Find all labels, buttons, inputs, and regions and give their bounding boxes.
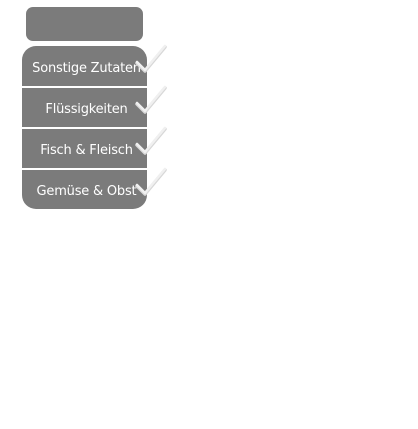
- menu-item-label: Flüssigkeiten: [45, 102, 128, 117]
- check-icon[interactable]: [134, 44, 168, 78]
- menu-item-fluessigkeiten[interactable]: Flüssigkeiten: [22, 88, 147, 127]
- category-menu: Sonstige Zutaten Flüssigkeiten Fisch & F…: [22, 46, 147, 209]
- app-canvas: Sonstige Zutaten Flüssigkeiten Fisch & F…: [0, 0, 418, 429]
- menu-item-gemuese-obst[interactable]: Gemüse & Obst: [22, 170, 147, 209]
- menu-item-label: Sonstige Zutaten: [32, 60, 141, 76]
- check-icon[interactable]: [134, 167, 168, 201]
- menu-item-label: Gemüse & Obst: [36, 184, 137, 199]
- menu-item-fisch-fleisch[interactable]: Fisch & Fleisch: [22, 129, 147, 168]
- check-icon[interactable]: [134, 85, 168, 119]
- menu-item-label: Fisch & Fleisch: [40, 143, 133, 158]
- menu-item-sonstige-zutaten[interactable]: Sonstige Zutaten: [22, 46, 147, 86]
- check-icon[interactable]: [134, 126, 168, 160]
- header-bar[interactable]: [26, 7, 143, 41]
